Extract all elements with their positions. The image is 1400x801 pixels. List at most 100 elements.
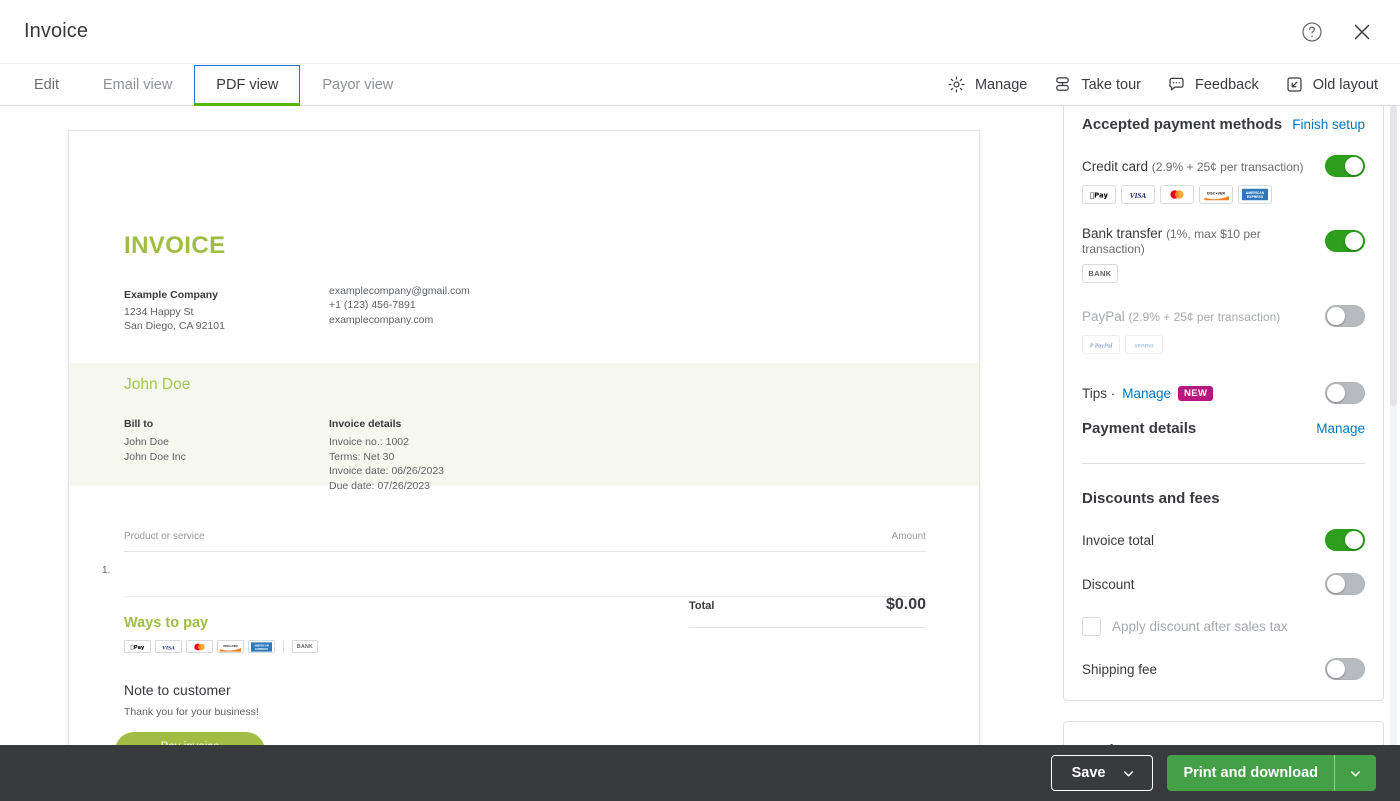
- invoice-terms: Terms: Net 30: [329, 450, 395, 463]
- paypal-toggle[interactable]: [1325, 305, 1365, 327]
- feedback-button[interactable]: Feedback: [1167, 75, 1259, 94]
- old-layout-label: Old layout: [1312, 76, 1378, 93]
- column-amount: Amount: [891, 531, 926, 542]
- svg-text:AMERICAN: AMERICAN: [254, 643, 269, 647]
- svg-text:DISC●VER: DISC●VER: [1207, 192, 1225, 196]
- bill-to-block: Bill to John Doe John Doe Inc: [124, 417, 186, 464]
- svg-text:EXPRESS: EXPRESS: [1247, 195, 1264, 199]
- manage-button[interactable]: Manage: [947, 75, 1027, 94]
- workspace: INVOICE Example Company 1234 Happy St Sa…: [0, 106, 1400, 745]
- ways-to-pay-title: Ways to pay: [124, 615, 209, 631]
- svg-text:Pay: Pay: [131, 645, 145, 651]
- save-chevron-down-icon[interactable]: [1121, 766, 1152, 781]
- line-item-number: 1.: [102, 565, 111, 576]
- company-website: examplecompany.com: [329, 313, 434, 326]
- shipping-fee-toggle[interactable]: [1325, 658, 1365, 680]
- tips-text: Tips ·: [1082, 385, 1116, 401]
- toolbar-actions: Manage Take tour Feedback Old layout: [947, 64, 1378, 105]
- venmo-icon: venmo: [1125, 335, 1163, 354]
- tab-edit[interactable]: Edit: [12, 64, 81, 105]
- tips-toggle[interactable]: [1325, 382, 1365, 404]
- discover-icon: DISC●VER: [217, 640, 244, 653]
- company-phone: +1 (123) 456-7891: [329, 299, 416, 312]
- paypal-label: PayPal (2.9% + 25¢ per transaction): [1082, 309, 1280, 324]
- design-card[interactable]: Design: [1063, 721, 1384, 745]
- invoice-details-block: Invoice details Invoice no.: 1002 Terms:…: [329, 417, 444, 494]
- tab-email-view[interactable]: Email view: [81, 64, 194, 105]
- line-items-header: Product or service Amount: [124, 531, 926, 552]
- customer-name: John Doe: [124, 376, 191, 393]
- take-tour-icon: [1053, 75, 1072, 94]
- discover-icon: DISC●VER: [1199, 185, 1233, 204]
- title-bar: Invoice: [0, 0, 1400, 63]
- save-label: Save: [1071, 765, 1106, 781]
- print-and-download-label: Print and download: [1183, 765, 1318, 781]
- save-button[interactable]: Save: [1050, 755, 1154, 791]
- apply-discount-after-tax-checkbox[interactable]: [1082, 617, 1101, 636]
- invoice-heading: INVOICE: [124, 232, 226, 259]
- mastercard-icon: [186, 640, 213, 653]
- payments-card: Accepted payment methods Finish setup Cr…: [1063, 106, 1384, 701]
- tips-manage-link[interactable]: Manage: [1122, 386, 1171, 401]
- invoice-total-row: Invoice total: [1082, 529, 1365, 551]
- svg-text:Pay: Pay: [1090, 191, 1108, 199]
- svg-text:P PayPal: P PayPal: [1090, 343, 1113, 349]
- tab-pdf-view[interactable]: PDF view: [194, 65, 301, 106]
- credit-card-fee: (2.9% + 25¢ per transaction): [1151, 159, 1304, 174]
- invoice-total-toggle[interactable]: [1325, 529, 1365, 551]
- bank-icon: BANK: [292, 640, 318, 653]
- tab-payor-view[interactable]: Payor view: [300, 64, 415, 105]
- chevron-down-icon: [1345, 738, 1365, 745]
- note-body: Thank you for your business!: [124, 706, 259, 718]
- column-product-or-service: Product or service: [124, 531, 205, 542]
- invoice-total-label: Invoice total: [1082, 532, 1155, 548]
- apply-discount-after-tax-label: Apply discount after sales tax: [1112, 619, 1288, 634]
- design-row[interactable]: Design: [1082, 722, 1365, 745]
- total-value: $0.00: [885, 596, 926, 613]
- invoice-date: Invoice date: 06/26/2023: [329, 465, 445, 478]
- old-layout-button[interactable]: Old layout: [1285, 75, 1378, 94]
- svg-text:venmo: venmo: [1134, 343, 1154, 349]
- ways-to-pay-block: Ways to pay Pay VISA: [124, 615, 318, 653]
- bank-transfer-logos: BANK: [1082, 264, 1365, 283]
- close-icon[interactable]: [1348, 18, 1376, 46]
- accepted-payment-methods-title: Accepted payment methods: [1082, 116, 1283, 133]
- paypal-logos: P PayPal venmo: [1082, 335, 1365, 354]
- gear-icon: [947, 75, 966, 94]
- shipping-fee-row: Shipping fee: [1082, 658, 1365, 680]
- side-panel-scrollbar[interactable]: [1390, 106, 1397, 745]
- print-chevron-down-icon[interactable]: [1334, 755, 1376, 791]
- discount-label: Discount: [1082, 576, 1135, 592]
- section-divider: [1082, 463, 1365, 464]
- side-panel-scroll-content: Accepted payment methods Finish setup Cr…: [1047, 106, 1400, 745]
- bill-to-heading: Bill to: [124, 418, 154, 430]
- note-title: Note to customer: [124, 682, 231, 698]
- ways-to-pay-logos: Pay VISA DISC●VER: [124, 640, 318, 653]
- old-layout-icon: [1285, 75, 1304, 94]
- finish-setup-link[interactable]: Finish setup: [1292, 117, 1365, 132]
- apple-pay-icon: Pay: [1082, 185, 1116, 204]
- bank-transfer-label: Bank transfer (1%, max $10 per transacti…: [1082, 226, 1325, 256]
- discount-toggle[interactable]: [1325, 573, 1365, 595]
- company-name: Example Company: [124, 289, 218, 301]
- print-and-download-button[interactable]: Print and download: [1167, 755, 1376, 791]
- company-address-1: 1234 Happy St: [124, 305, 194, 318]
- credit-card-name: Credit card: [1082, 158, 1149, 174]
- settings-side-panel: Accepted payment methods Finish setup Cr…: [1047, 106, 1400, 745]
- payment-details-manage-link[interactable]: Manage: [1316, 421, 1365, 436]
- paypal-row: PayPal (2.9% + 25¢ per transaction): [1082, 305, 1365, 327]
- page-title: Invoice: [24, 20, 89, 42]
- invoice-due-date: Due date: 07/26/2023: [329, 480, 431, 493]
- bank-icon: BANK: [1082, 264, 1118, 283]
- pay-invoice-button[interactable]: Pay invoice: [115, 732, 265, 745]
- company-address-2: San Diego, CA 92101: [124, 320, 225, 333]
- credit-card-toggle[interactable]: [1325, 155, 1365, 177]
- bank-transfer-row: Bank transfer (1%, max $10 per transacti…: [1082, 226, 1365, 256]
- tips-row: Tips · Manage NEW: [1082, 382, 1365, 404]
- bank-transfer-toggle[interactable]: [1325, 230, 1365, 252]
- help-circle-icon[interactable]: [1298, 18, 1326, 46]
- take-tour-button[interactable]: Take tour: [1053, 75, 1141, 94]
- totals-block: Total $0.00: [689, 596, 926, 628]
- mastercard-icon: [1160, 185, 1194, 204]
- scrollbar-thumb[interactable]: [1390, 106, 1397, 406]
